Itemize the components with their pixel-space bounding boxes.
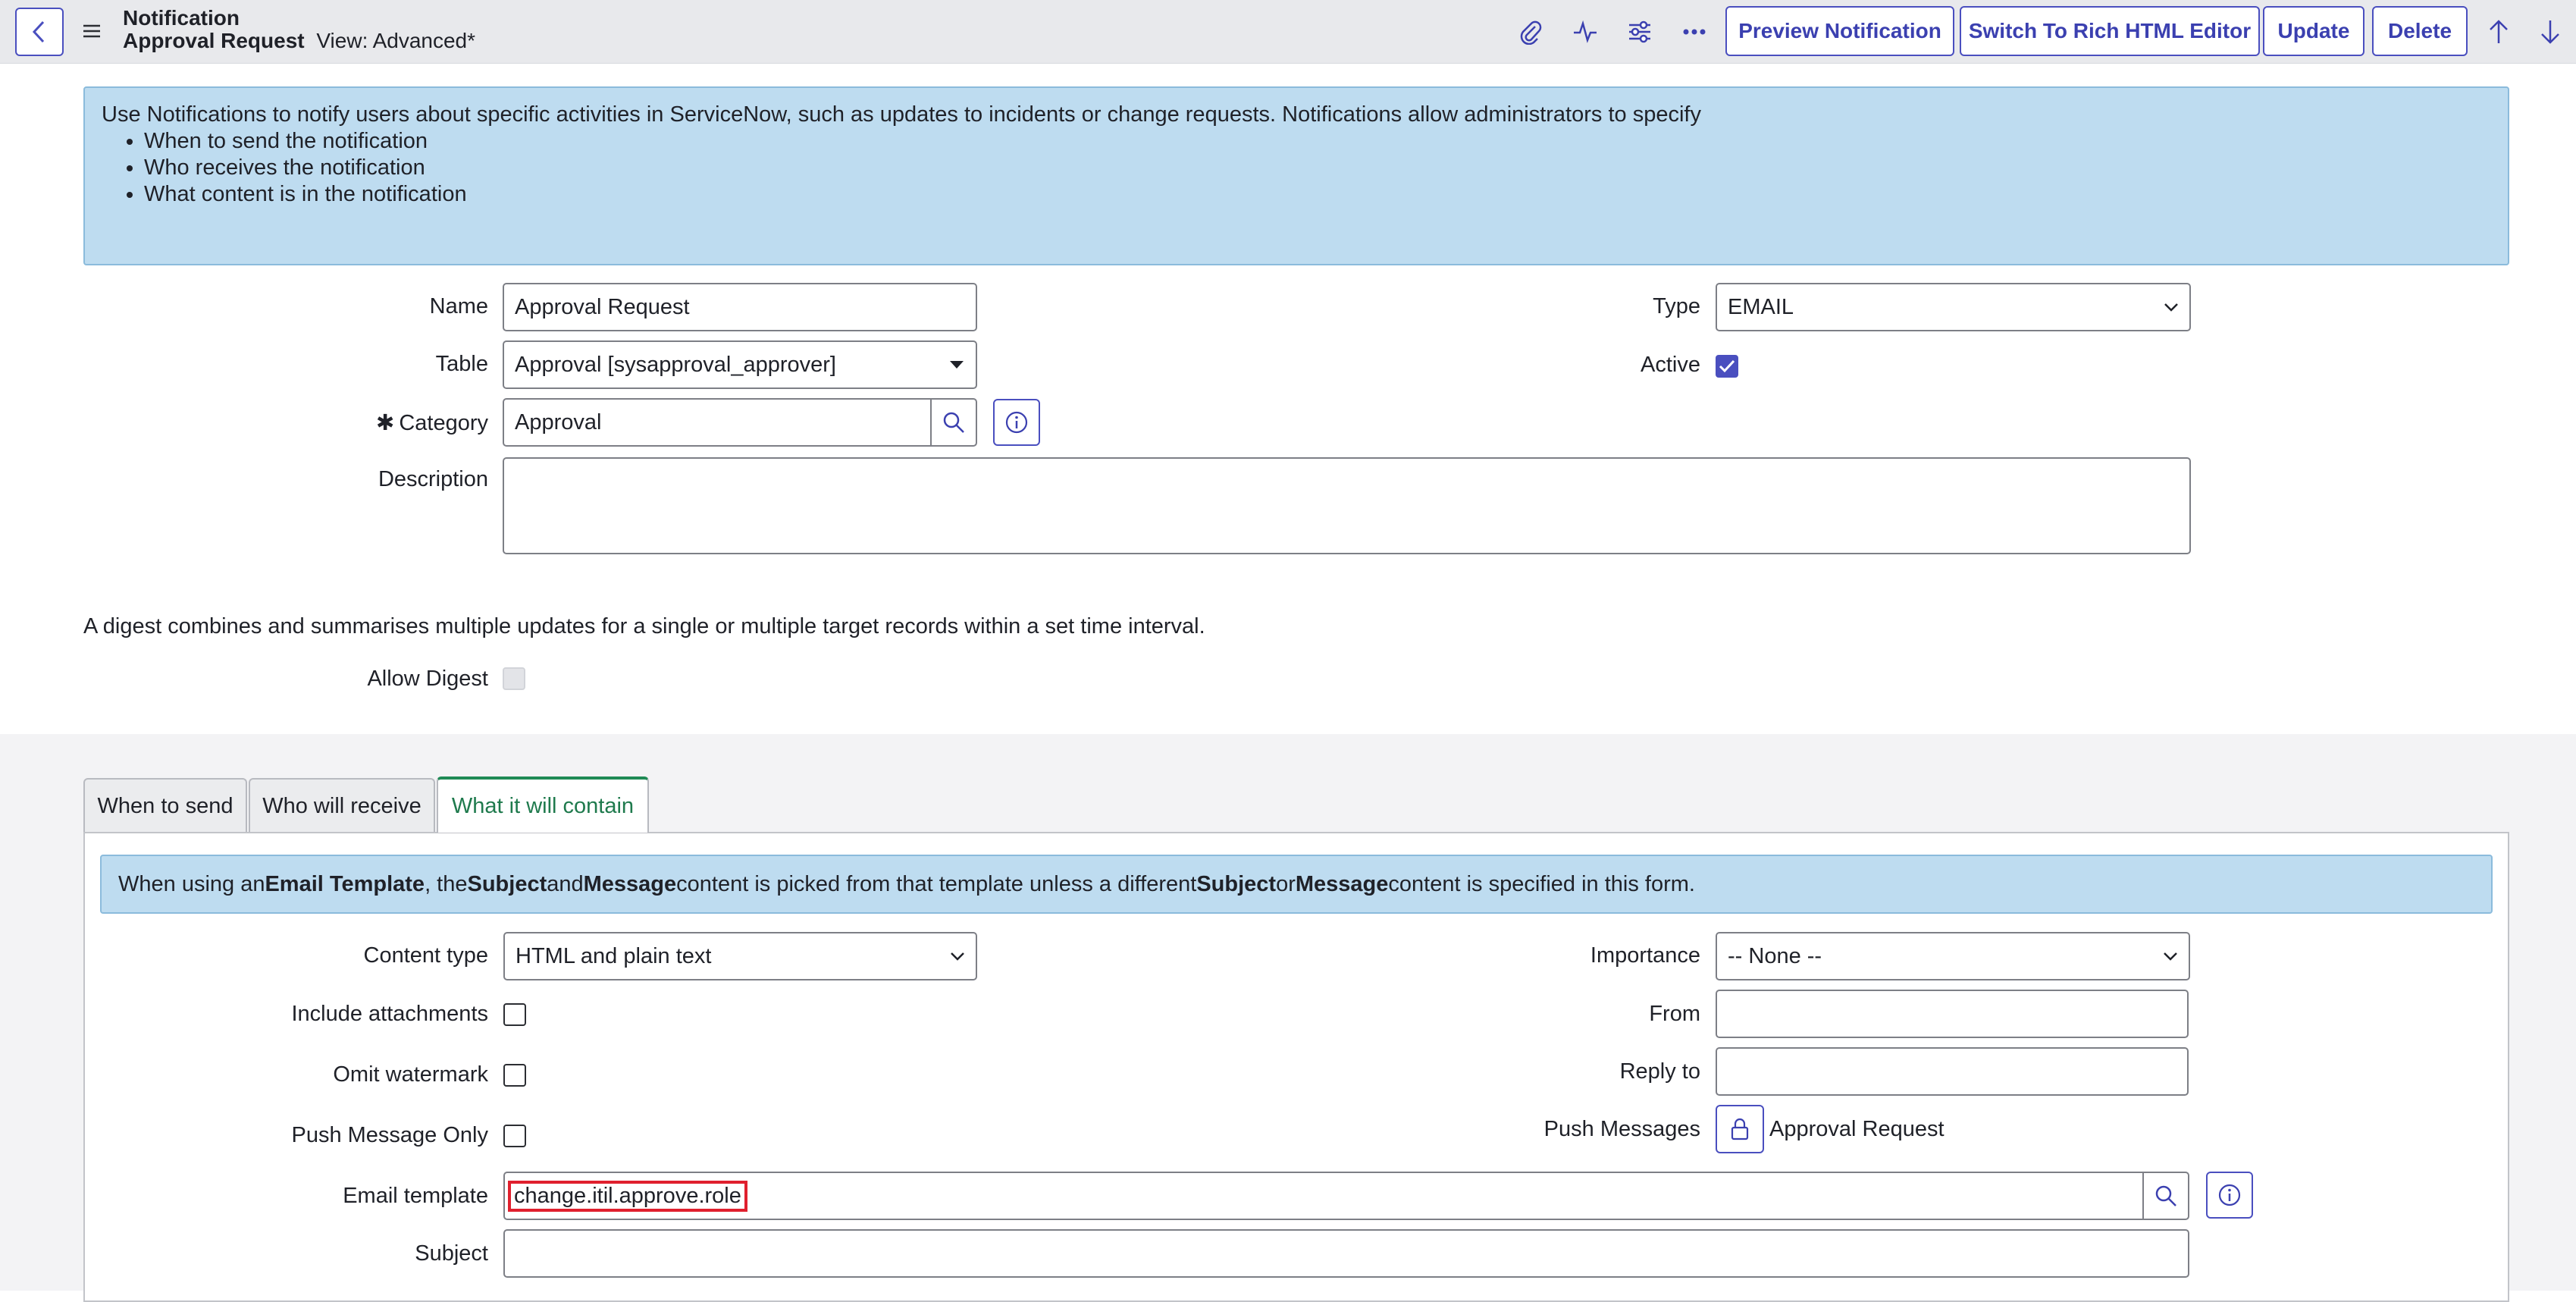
omit-watermark-label: Omit watermark [333, 1062, 488, 1087]
record-title: Approval Request View: Advanced* [123, 29, 475, 53]
push-message-only-label: Push Message Only [291, 1123, 488, 1147]
allow-digest-checkbox[interactable] [503, 667, 525, 690]
form-header: Notification Approval Request View: Adva… [0, 0, 2576, 64]
info-bullet: What content is in the notification [144, 181, 2491, 208]
name-input[interactable]: Approval Request [503, 283, 977, 331]
category-input[interactable]: Approval [503, 398, 932, 447]
info-bullet: When to send the notification [144, 128, 2491, 155]
info-icon [1005, 411, 1028, 434]
arrow-up-icon[interactable] [2484, 17, 2514, 47]
switch-rich-html-editor-button[interactable]: Switch To Rich HTML Editor [1960, 6, 2260, 56]
type-value: EMAIL [1728, 294, 1794, 319]
tab-when-to-send[interactable]: When to send [83, 778, 247, 833]
email-template-lookup-button[interactable] [2142, 1172, 2189, 1220]
back-button[interactable] [15, 8, 64, 56]
description-label: Description [378, 467, 488, 491]
chevron-down-icon [951, 952, 964, 961]
subject-label: Subject [415, 1241, 488, 1266]
info-bullets: When to send the notification Who receiv… [144, 128, 2491, 208]
email-template-value: change.itil.approve.role [508, 1180, 747, 1212]
tab-who-will-receive[interactable]: Who will receive [249, 778, 435, 833]
delete-button[interactable]: Delete [2372, 6, 2468, 56]
digest-description: A digest combines and summarises multipl… [83, 614, 1205, 638]
table-value: Approval [sysapproval_approver] [515, 352, 836, 377]
preview-notification-button[interactable]: Preview Notification [1725, 6, 1954, 56]
push-message-only-checkbox[interactable] [503, 1125, 526, 1147]
category-info-button[interactable] [993, 399, 1040, 446]
importance-value: -- None -- [1728, 943, 1822, 968]
record-type: Notification [123, 6, 240, 30]
email-template-input[interactable]: change.itil.approve.role [503, 1172, 2144, 1220]
active-checkbox[interactable] [1716, 355, 1738, 378]
tab-what-it-will-contain[interactable]: What it will contain [437, 776, 649, 833]
record-name: Approval Request [123, 29, 305, 52]
search-icon [943, 412, 964, 433]
include-attachments-checkbox[interactable] [503, 1003, 526, 1026]
include-attachments-label: Include attachments [291, 1002, 488, 1026]
name-label: Name [429, 294, 488, 318]
type-label: Type [1653, 294, 1700, 318]
info-bullet: Who receives the notification [144, 155, 2491, 181]
allow-digest-label: Allow Digest [367, 667, 488, 691]
category-label: ✱ Category [376, 411, 488, 435]
checkmark-icon [1719, 359, 1735, 373]
update-button[interactable]: Update [2263, 6, 2364, 56]
hamburger-menu-icon[interactable] [82, 20, 102, 42]
lock-icon [1731, 1118, 1749, 1140]
paperclip-icon[interactable] [1515, 17, 1546, 47]
content-type-value: HTML and plain text [516, 943, 712, 968]
email-template-notice: When using an Email Template, the Subjec… [100, 855, 2493, 914]
category-lookup-button[interactable] [930, 398, 977, 447]
more-options-icon[interactable] [1679, 17, 1709, 47]
push-messages-value[interactable]: Approval Request [1769, 1117, 1945, 1142]
email-template-label: Email template [343, 1184, 488, 1208]
settings-sliders-icon[interactable] [1625, 17, 1655, 47]
view-label: View: Advanced* [316, 29, 476, 52]
content-type-label: Content type [363, 943, 488, 968]
table-label: Table [435, 352, 488, 376]
email-template-info-button[interactable] [2206, 1172, 2253, 1219]
chevron-left-icon [32, 20, 45, 43]
active-label: Active [1641, 353, 1700, 377]
table-select[interactable]: Approval [sysapproval_approver] [503, 340, 977, 389]
omit-watermark-checkbox[interactable] [503, 1064, 526, 1087]
from-input[interactable] [1716, 990, 2189, 1038]
subject-input[interactable] [503, 1229, 2189, 1278]
chevron-down-icon [2164, 303, 2178, 312]
notification-info-box: Use Notifications to notify users about … [83, 86, 2509, 265]
push-messages-lock-button[interactable] [1716, 1105, 1764, 1153]
content-type-select[interactable]: HTML and plain text [503, 932, 977, 980]
importance-select[interactable]: -- None -- [1716, 932, 2190, 980]
required-marker-icon: ✱ [376, 411, 395, 435]
description-textarea[interactable] [503, 457, 2191, 554]
activity-pulse-icon[interactable] [1570, 17, 1600, 47]
reply-to-label: Reply to [1619, 1059, 1700, 1084]
type-select[interactable]: EMAIL [1716, 283, 2191, 331]
chevron-down-icon [2164, 952, 2177, 961]
reply-to-input[interactable] [1716, 1047, 2189, 1096]
info-intro: Use Notifications to notify users about … [102, 102, 1701, 127]
importance-label: Importance [1590, 943, 1700, 968]
info-icon [2218, 1184, 2241, 1206]
arrow-down-icon[interactable] [2535, 17, 2565, 47]
search-icon [2155, 1185, 2176, 1206]
push-messages-label: Push Messages [1543, 1117, 1700, 1141]
caret-down-icon [950, 361, 964, 369]
from-label: From [1649, 1002, 1700, 1026]
